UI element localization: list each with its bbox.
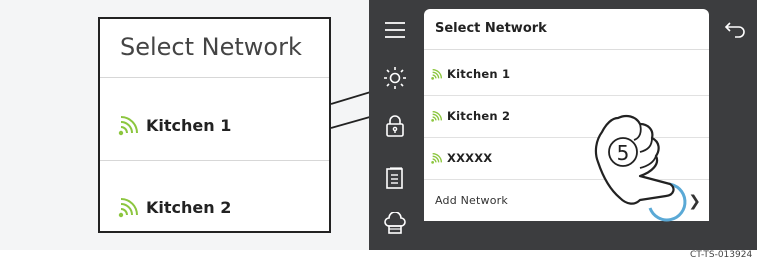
network-label: XXXXX	[447, 151, 493, 165]
wifi-icon	[118, 198, 138, 218]
brightness-icon[interactable]	[383, 66, 407, 90]
wifi-icon	[431, 152, 443, 164]
zoom-item-kitchen-2: Kitchen 2	[118, 196, 231, 218]
network-row-xxxxx[interactable]: XXXXX	[424, 137, 709, 180]
panel-footer	[424, 221, 709, 250]
add-network-row[interactable]: Add Network ❯	[424, 179, 709, 222]
network-panel: Select Network Kitchen 1 Kitchen 2 XXXXX…	[424, 9, 709, 250]
chef-hat-icon[interactable]	[383, 212, 407, 236]
zoom-item-kitchen-1: Kitchen 1	[118, 114, 231, 136]
recipe-book-icon[interactable]	[383, 166, 407, 190]
zoom-callout: Select Network Kitchen 1 Kitchen 2	[98, 17, 331, 233]
back-icon[interactable]	[723, 20, 747, 40]
wifi-icon	[118, 116, 138, 136]
network-row-kitchen-2[interactable]: Kitchen 2	[424, 95, 709, 138]
network-row-kitchen-1[interactable]: Kitchen 1	[424, 53, 709, 96]
add-network-label: Add Network	[435, 193, 508, 207]
lock-icon[interactable]	[383, 114, 407, 138]
menu-icon[interactable]	[383, 18, 407, 42]
divider	[100, 77, 329, 78]
reference-code: CT-TS-013924	[690, 250, 753, 260]
network-label: Kitchen 1	[447, 67, 511, 81]
panel-header: Select Network	[424, 9, 709, 50]
divider	[100, 160, 329, 161]
wifi-icon	[431, 110, 443, 122]
panel-title: Select Network	[435, 21, 547, 36]
wifi-icon	[431, 68, 443, 80]
network-label: Kitchen 2	[447, 109, 511, 123]
chevron-right-icon: ❯	[688, 192, 701, 210]
zoom-item-label: Kitchen 2	[146, 197, 232, 217]
zoom-title: Select Network	[120, 33, 302, 61]
zoom-item-label: Kitchen 1	[146, 115, 232, 135]
